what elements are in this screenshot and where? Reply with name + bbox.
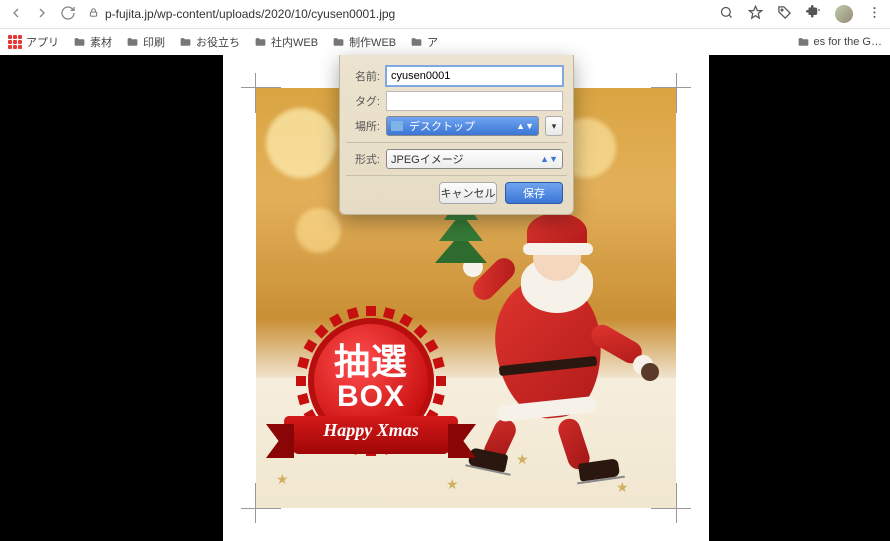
reload-button[interactable] — [60, 5, 76, 24]
back-button[interactable] — [8, 5, 24, 24]
bookmark-folder[interactable]: 印刷 — [126, 34, 165, 50]
lottery-badge: 抽選 BOX Happy Xmas — [286, 308, 456, 478]
save-dialog: 名前: タグ: 場所: デスクトップ ▲▼ ▾ 形式: JPEGイメージ ▲▼ — [339, 55, 574, 215]
tag-input[interactable] — [386, 91, 563, 111]
bookmark-truncated[interactable]: es for the G… — [797, 36, 882, 49]
star-icon[interactable] — [748, 5, 763, 23]
tag-label: タグ: — [350, 93, 380, 109]
browser-toolbar: p-fujita.jp/wp-content/uploads/2020/10/c… — [0, 0, 890, 29]
bookmark-folder[interactable]: お役立ち — [179, 34, 240, 50]
extensions-icon[interactable] — [806, 5, 821, 23]
location-label: 場所: — [350, 118, 380, 134]
apps-icon — [8, 35, 22, 49]
badge-ribbon-text: Happy Xmas — [286, 420, 456, 441]
format-select[interactable]: JPEGイメージ ▲▼ — [386, 149, 563, 169]
url-text: p-fujita.jp/wp-content/uploads/2020/10/c… — [105, 7, 395, 21]
folder-icon — [179, 36, 192, 49]
name-label: 名前: — [350, 68, 380, 84]
bookmark-folder[interactable]: 制作WEB — [332, 34, 396, 50]
folder-icon — [126, 36, 139, 49]
bookmark-folder[interactable]: 素材 — [73, 34, 112, 50]
folder-icon — [797, 36, 810, 49]
menu-icon[interactable] — [867, 5, 882, 23]
bookmark-folder[interactable]: 社内WEB — [254, 34, 318, 50]
tag-icon[interactable] — [777, 5, 792, 23]
badge-line1: 抽選 — [286, 343, 456, 381]
folder-icon — [332, 36, 345, 49]
apps-shortcut[interactable]: アプリ — [8, 34, 59, 50]
format-label: 形式: — [350, 151, 380, 167]
badge-line2: BOX — [286, 381, 456, 413]
folder-icon — [391, 121, 403, 131]
folder-icon — [254, 36, 267, 49]
bookmark-folder[interactable]: ア — [410, 34, 438, 50]
bookmarks-bar: アプリ 素材 印刷 お役立ち 社内WEB 制作WEB ア es for the … — [0, 29, 890, 55]
location-select[interactable]: デスクトップ ▲▼ — [386, 116, 539, 136]
forward-button[interactable] — [34, 5, 50, 24]
filename-input[interactable] — [386, 66, 563, 86]
santa-figure: ★ — [441, 183, 641, 483]
address-bar[interactable]: p-fujita.jp/wp-content/uploads/2020/10/c… — [88, 7, 395, 21]
search-icon[interactable] — [719, 5, 734, 23]
folder-icon — [73, 36, 86, 49]
folder-icon — [410, 36, 423, 49]
expand-button[interactable]: ▾ — [545, 116, 563, 136]
cancel-button[interactable]: キャンセル — [439, 182, 497, 204]
lock-icon — [88, 7, 99, 21]
save-button[interactable]: 保存 — [505, 182, 563, 204]
chevron-updown-icon: ▲▼ — [540, 154, 558, 164]
page-viewport: ★ ★ ★ ★ ★ 抽選 BOX Happy X — [0, 55, 890, 541]
chevron-updown-icon: ▲▼ — [516, 121, 534, 131]
profile-avatar[interactable] — [835, 5, 853, 23]
chevron-down-icon: ▾ — [552, 121, 557, 132]
